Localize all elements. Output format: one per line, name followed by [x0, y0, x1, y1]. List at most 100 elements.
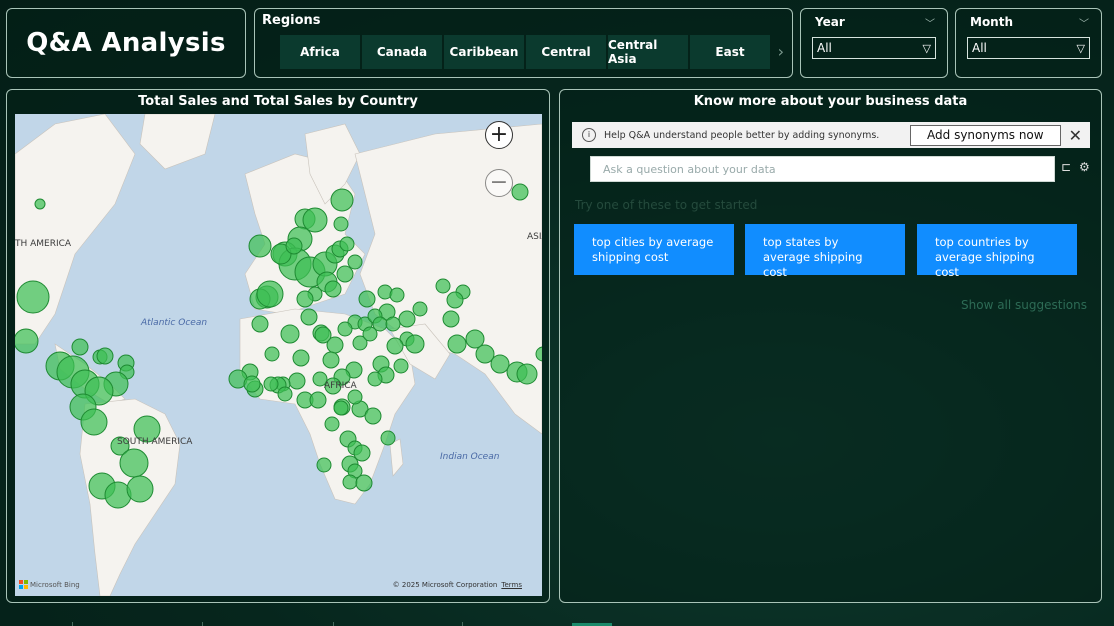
region-tile-canada[interactable]: Canada: [362, 35, 442, 69]
sales-bubble[interactable]: [324, 416, 340, 432]
page-tab-divider: [333, 622, 334, 626]
sales-bubble[interactable]: [490, 354, 510, 374]
year-dropdown[interactable]: All ▽: [812, 37, 936, 59]
page-tab-divider: [462, 622, 463, 626]
month-slicer: Month ﹀ All ▽: [955, 8, 1102, 78]
synonyms-panel-icon[interactable]: ⊏: [1061, 160, 1071, 174]
page-title: Q&A Analysis: [26, 28, 226, 58]
synonym-notice: i Help Q&A understand people better by a…: [572, 122, 1090, 148]
sales-bubble[interactable]: [316, 457, 332, 473]
sales-bubble[interactable]: [347, 389, 363, 405]
sales-bubble[interactable]: [442, 310, 460, 328]
sales-bubble[interactable]: [516, 363, 538, 385]
sales-bubble[interactable]: [309, 391, 327, 409]
sales-bubble[interactable]: [80, 408, 108, 436]
sales-bubble[interactable]: [15, 328, 39, 354]
bing-logo: Microsoft Bing: [19, 580, 80, 589]
region-tile-africa[interactable]: Africa: [280, 35, 360, 69]
sales-bubble[interactable]: [300, 308, 318, 326]
sales-bubble[interactable]: [126, 475, 154, 503]
sales-bubble[interactable]: [333, 216, 349, 232]
sales-bubble[interactable]: [446, 291, 464, 309]
sales-bubble[interactable]: [398, 310, 416, 328]
close-icon[interactable]: ✕: [1069, 126, 1082, 145]
region-tile-east[interactable]: East: [690, 35, 770, 69]
ocean-label-indian: Indian Ocean: [440, 452, 500, 462]
sales-bubble[interactable]: [324, 280, 342, 298]
sales-bubble[interactable]: [336, 265, 354, 283]
sales-bubble[interactable]: [380, 430, 396, 446]
sales-bubble[interactable]: [16, 280, 50, 314]
map-title: Total Sales and Total Sales by Country: [138, 94, 418, 109]
question-input[interactable]: [590, 156, 1055, 182]
sales-bubble[interactable]: [263, 376, 279, 392]
page-tab-divider: [202, 622, 203, 626]
terms-link[interactable]: Terms: [501, 581, 522, 589]
region-tile-central-asia[interactable]: Central Asia: [608, 35, 688, 69]
sales-bubble[interactable]: [367, 371, 383, 387]
region-tile-central[interactable]: Central: [526, 35, 606, 69]
sales-bubble[interactable]: [288, 372, 306, 390]
map-visual: Total Sales and Total Sales by Country +…: [6, 89, 550, 603]
sales-bubble[interactable]: [364, 407, 382, 425]
chevron-right-icon[interactable]: ›: [778, 42, 784, 61]
sales-bubble[interactable]: [333, 400, 349, 416]
page-tab-strip: [0, 622, 1114, 626]
sales-bubble[interactable]: [385, 316, 401, 332]
sales-bubble[interactable]: [330, 188, 354, 212]
map-canvas: [15, 114, 542, 596]
sales-bubble[interactable]: [405, 334, 425, 354]
sales-bubble[interactable]: [119, 448, 149, 478]
bubble-map[interactable]: + − TH AMERICA SOUTH AMERICA AFRICA ASI A…: [15, 114, 542, 596]
sales-bubble[interactable]: [280, 324, 300, 344]
sales-bubble[interactable]: [393, 358, 409, 374]
sales-bubble[interactable]: [386, 337, 404, 355]
suggestion-button-cities[interactable]: top cities by average shipping cost: [574, 224, 734, 275]
zoom-out-button[interactable]: −: [485, 169, 513, 197]
region-tile-caribbean[interactable]: Caribbean: [444, 35, 524, 69]
sales-bubble[interactable]: [248, 234, 272, 258]
sales-bubble[interactable]: [435, 278, 451, 294]
gear-icon[interactable]: ⚙: [1079, 160, 1090, 174]
sales-bubble[interactable]: [256, 280, 284, 308]
sales-bubble[interactable]: [412, 301, 428, 317]
sales-bubble[interactable]: [362, 326, 378, 342]
sales-bubble[interactable]: [358, 290, 376, 308]
sales-bubble[interactable]: [339, 236, 355, 252]
sales-bubble[interactable]: [347, 254, 363, 270]
chevron-down-icon[interactable]: ﹀: [925, 15, 935, 30]
sales-bubble[interactable]: [337, 321, 353, 337]
microsoft-logo-icon: [19, 580, 28, 589]
suggestion-button-states[interactable]: top states by average shipping cost: [745, 224, 905, 279]
sales-bubble[interactable]: [264, 346, 280, 362]
sales-bubble[interactable]: [296, 290, 314, 308]
sales-bubble[interactable]: [355, 474, 373, 492]
regions-label: Regions: [262, 13, 321, 28]
sales-bubble[interactable]: [34, 198, 46, 210]
notice-text: Help Q&A understand people better by add…: [604, 129, 880, 141]
sales-bubble[interactable]: [314, 326, 332, 344]
sales-bubble[interactable]: [96, 347, 114, 365]
title-card: Q&A Analysis: [6, 8, 246, 78]
dropdown-arrow-icon: ▽: [922, 41, 931, 55]
sales-bubble[interactable]: [322, 351, 340, 369]
sales-bubble[interactable]: [251, 315, 269, 333]
suggestion-button-countries[interactable]: top countries by average shipping cost: [917, 224, 1077, 279]
sales-bubble[interactable]: [342, 474, 358, 490]
add-synonyms-button[interactable]: Add synonyms now: [910, 124, 1061, 146]
sales-bubble[interactable]: [71, 338, 89, 356]
chevron-down-icon[interactable]: ﹀: [1079, 15, 1089, 30]
month-dropdown[interactable]: All ▽: [967, 37, 1090, 59]
sales-bubble[interactable]: [447, 334, 467, 354]
show-all-suggestions-link[interactable]: Show all suggestions: [961, 298, 1087, 312]
year-slicer: Year ﹀ All ▽: [800, 8, 948, 78]
sales-bubble[interactable]: [285, 237, 303, 255]
sales-bubble[interactable]: [292, 349, 310, 367]
sales-bubble[interactable]: [243, 375, 261, 393]
land-greenland: [139, 114, 216, 170]
sales-bubble[interactable]: [277, 386, 293, 402]
sales-bubble[interactable]: [511, 183, 529, 201]
month-value: All: [972, 41, 987, 55]
sales-bubble[interactable]: [389, 287, 405, 303]
zoom-in-button[interactable]: +: [485, 121, 513, 149]
